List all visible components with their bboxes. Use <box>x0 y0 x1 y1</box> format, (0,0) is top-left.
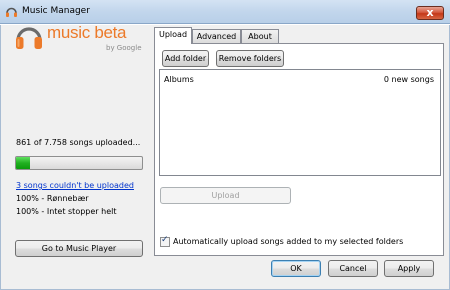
headphones-logo-icon <box>16 27 42 49</box>
upload-errors-link[interactable]: 3 songs couldn't be uploaded <box>16 181 134 190</box>
auto-upload-label: Automatically upload songs added to my s… <box>173 237 404 246</box>
checkmark-icon: ✓ <box>161 235 169 245</box>
albums-column-header: Albums <box>164 75 194 84</box>
apply-button[interactable]: Apply <box>384 260 434 277</box>
ok-button[interactable]: OK <box>271 260 321 277</box>
tab-about[interactable]: About <box>241 29 279 43</box>
close-icon: x <box>426 6 434 19</box>
tab-advanced[interactable]: Advanced <box>192 29 241 43</box>
window-title: Music Manager <box>22 6 90 16</box>
upload-button[interactable]: Upload <box>160 187 291 204</box>
new-songs-count: 0 new songs <box>383 75 434 84</box>
albums-list[interactable]: Albums 0 new songs <box>159 69 441 176</box>
headphones-icon <box>6 7 17 17</box>
progress-fill <box>16 157 30 169</box>
logo-byline: by Google <box>106 44 142 52</box>
add-folder-button[interactable]: Add folder <box>162 50 209 67</box>
music-beta-logo: music beta by Google <box>14 21 154 61</box>
auto-upload-checkbox[interactable]: ✓ <box>160 235 170 247</box>
logo-wordmark: music beta <box>47 23 127 42</box>
go-to-music-player-button[interactable]: Go to Music Player <box>15 240 143 257</box>
close-button[interactable]: x <box>416 6 444 20</box>
upload-progress-bar <box>15 156 143 170</box>
song-status-line: 100% - Rønnebær <box>16 194 89 203</box>
upload-count-text: 861 of 7.758 songs uploaded... <box>16 138 141 147</box>
tab-upload[interactable]: Upload <box>154 27 192 44</box>
remove-folders-button[interactable]: Remove folders <box>216 50 284 67</box>
cancel-button[interactable]: Cancel <box>328 260 378 277</box>
song-status-line: 100% - Intet stopper helt <box>16 207 117 216</box>
